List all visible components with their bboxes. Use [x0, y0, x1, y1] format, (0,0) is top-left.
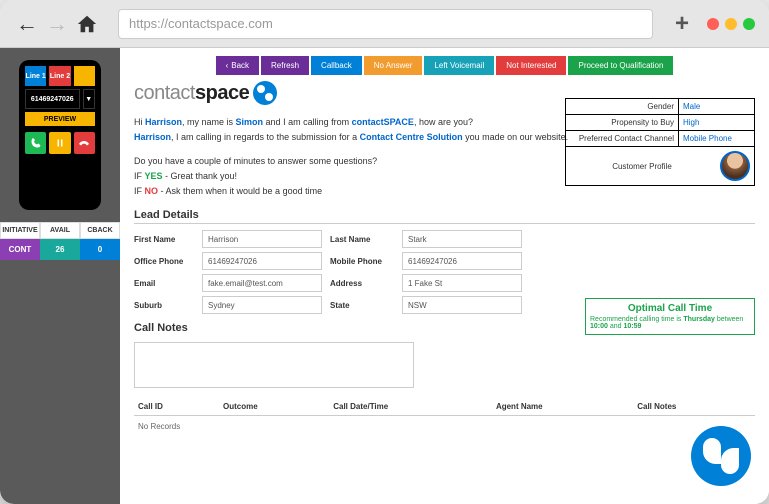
back-button[interactable]: ‹Back: [216, 56, 259, 75]
call-hangup-button[interactable]: [74, 132, 95, 154]
address-field[interactable]: 1 Fake St: [402, 274, 522, 292]
no-answer-button[interactable]: No Answer: [364, 56, 423, 75]
app-body: Line 1 Line 2 61469247026 ▼ PREVIEW: [0, 48, 769, 504]
forward-nav-button[interactable]: →: [44, 11, 70, 37]
home-button[interactable]: [74, 11, 100, 37]
browser-titlebar: ← → https://contactspace.com +: [0, 0, 769, 48]
agent-name: Simon: [236, 117, 264, 127]
back-nav-button[interactable]: ←: [14, 11, 40, 37]
profile-footer-label: Customer Profile: [570, 162, 714, 171]
optimal-call-time-panel: Optimal Call Time Recommended calling ti…: [585, 298, 755, 335]
table-empty-row: No Records: [134, 416, 755, 438]
minimize-window-icon[interactable]: [725, 18, 737, 30]
hangup-icon: [78, 137, 90, 149]
chat-widget-icon[interactable]: [691, 426, 751, 486]
pause-icon: [54, 137, 66, 149]
logo-icon: [253, 81, 277, 105]
customer-profile-panel: GenderMale Propensity to BuyHigh Preferr…: [565, 98, 755, 186]
softphone: Line 1 Line 2 61469247026 ▼ PREVIEW: [19, 60, 101, 210]
col-agent: Agent Name: [492, 398, 633, 416]
first-name-field[interactable]: Harrison: [202, 230, 322, 248]
sidebar: Line 1 Line 2 61469247026 ▼ PREVIEW: [0, 48, 120, 504]
email-field[interactable]: fake.email@test.com: [202, 274, 322, 292]
call-history-table: Call ID Outcome Call Date/Time Agent Nam…: [134, 398, 755, 437]
call-notes-textarea[interactable]: [134, 342, 414, 388]
nav-controls: ← →: [14, 11, 100, 37]
main-content: ‹Back Refresh Callback No Answer Left Vo…: [120, 48, 769, 504]
proceed-button[interactable]: Proceed to Qualification: [568, 56, 673, 75]
col-outcome: Outcome: [219, 398, 329, 416]
status-header-initiative: INITIATIVE: [0, 222, 40, 239]
new-tab-button[interactable]: +: [671, 10, 693, 38]
line1-tile[interactable]: Line 1: [25, 66, 46, 86]
dropdown-indicator[interactable]: ▼: [83, 89, 96, 109]
window-controls: [707, 18, 755, 30]
initiative-status[interactable]: CONT: [0, 239, 40, 260]
call-hold-button[interactable]: [49, 132, 70, 154]
call-answer-button[interactable]: [25, 132, 46, 154]
brand-name: contactSPACE: [352, 117, 414, 127]
customer-name: Harrison: [145, 117, 182, 127]
maximize-window-icon[interactable]: [743, 18, 755, 30]
chevron-left-icon: ‹: [226, 61, 229, 70]
customer-avatar: [720, 151, 750, 181]
col-datetime: Call Date/Time: [329, 398, 492, 416]
channel-value: Mobile Phone: [678, 131, 754, 146]
refresh-button[interactable]: Refresh: [261, 56, 309, 75]
url-bar[interactable]: https://contactspace.com: [118, 9, 653, 39]
office-phone-field[interactable]: 61469247026: [202, 252, 322, 270]
state-field[interactable]: NSW: [402, 296, 522, 314]
line2-tile[interactable]: Line 2: [49, 66, 70, 86]
propensity-value: High: [678, 115, 754, 130]
not-interested-button[interactable]: Not Interested: [496, 56, 566, 75]
callback-button[interactable]: Callback: [311, 56, 362, 75]
optimal-title: Optimal Call Time: [590, 303, 750, 314]
phone-icon: [30, 137, 42, 149]
suburb-field[interactable]: Sydney: [202, 296, 322, 314]
app-window: ← → https://contactspace.com + Line 1 Li…: [0, 0, 769, 504]
preview-button[interactable]: PREVIEW: [25, 112, 95, 126]
left-voicemail-button[interactable]: Left Voicemail: [424, 56, 494, 75]
avail-status[interactable]: 26: [40, 239, 80, 260]
logo-text: contactspace: [134, 82, 249, 105]
mobile-phone-field[interactable]: 61469247026: [402, 252, 522, 270]
status-value-row: CONT 26 0: [0, 239, 120, 260]
col-call-id: Call ID: [134, 398, 219, 416]
col-notes: Call Notes: [633, 398, 755, 416]
last-name-field[interactable]: Stark: [402, 230, 522, 248]
tile-extra[interactable]: [74, 66, 95, 86]
status-header-avail: AVAIL: [40, 222, 80, 239]
status-header-cback: CBACK: [80, 222, 120, 239]
phone-number-display: 61469247026: [25, 89, 80, 109]
action-bar: ‹Back Refresh Callback No Answer Left Vo…: [134, 56, 755, 75]
gender-value: Male: [678, 99, 754, 114]
close-window-icon[interactable]: [707, 18, 719, 30]
lead-details-title: Lead Details: [134, 209, 755, 224]
home-icon: [76, 13, 98, 35]
cback-status[interactable]: 0: [80, 239, 120, 260]
status-header-row: INITIATIVE AVAIL CBACK: [0, 222, 120, 239]
